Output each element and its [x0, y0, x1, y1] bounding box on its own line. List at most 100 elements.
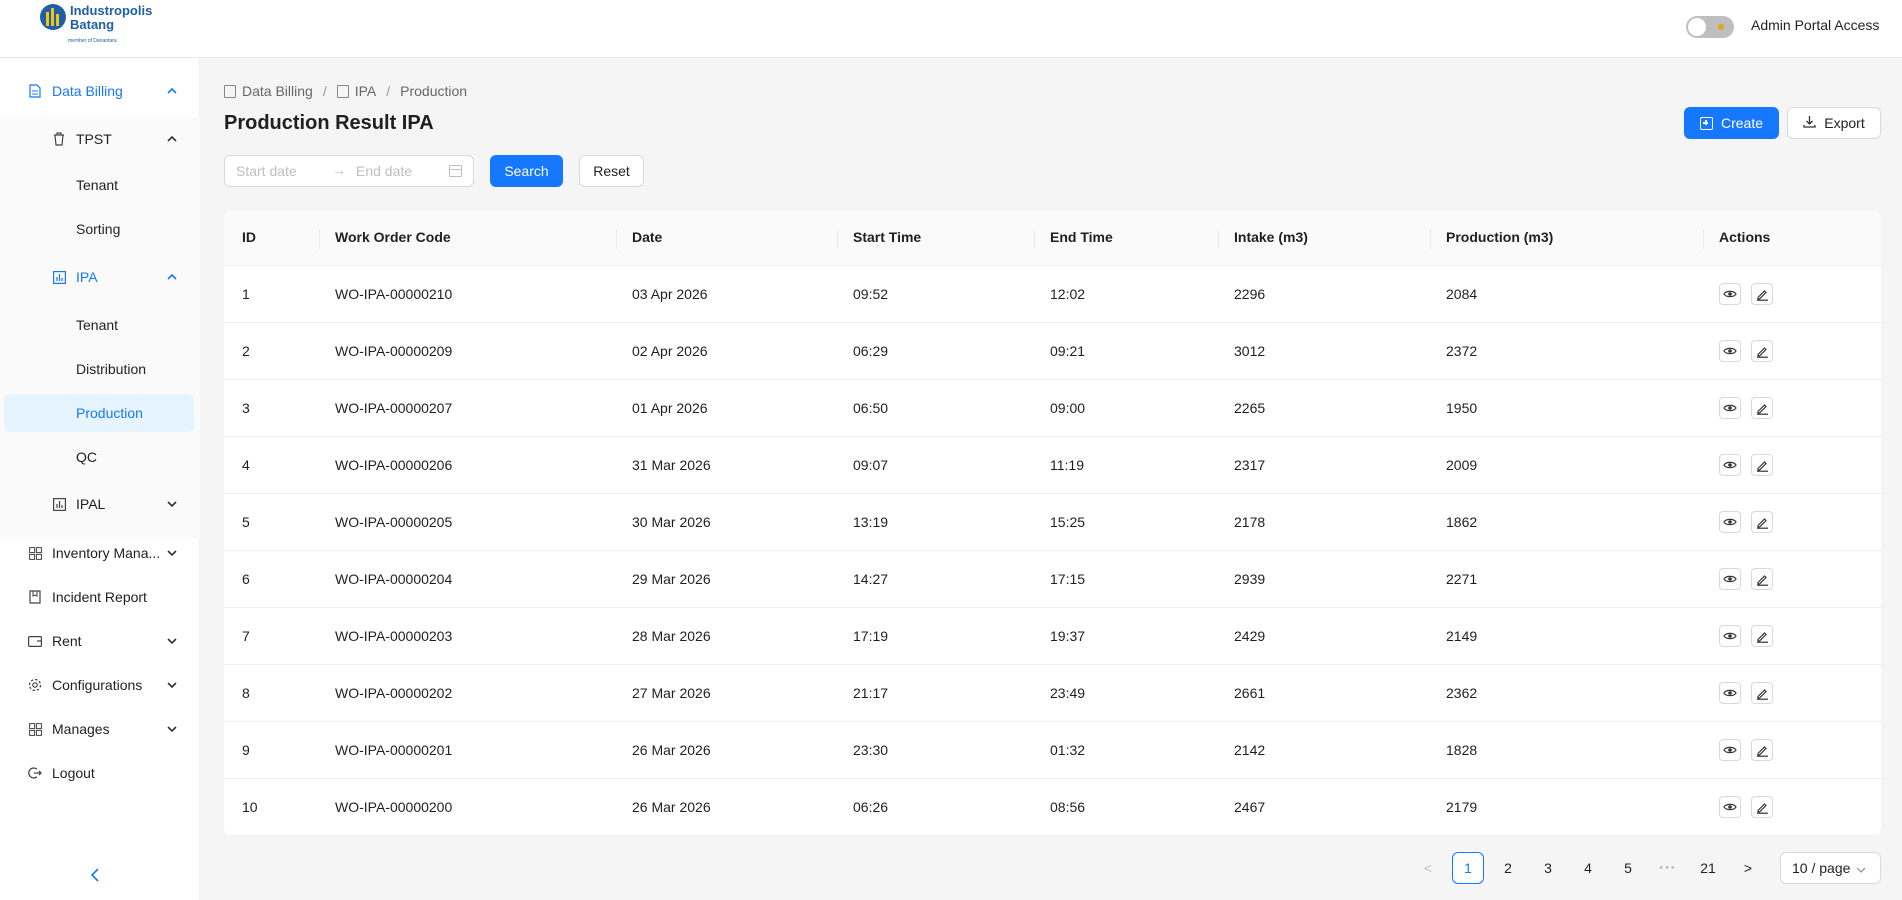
table-cell: 8	[242, 685, 250, 701]
table-cell: 3	[242, 400, 250, 416]
sidebar-item-ipa-distribution[interactable]: Distribution	[0, 347, 200, 391]
pagination-prev-button[interactable]: <	[1412, 852, 1444, 884]
edit-button[interactable]	[1751, 796, 1773, 818]
table-cell: 12:02	[1050, 286, 1086, 302]
page-title: Production Result IPA	[224, 112, 434, 134]
plus-square-icon	[1699, 116, 1713, 130]
end-date-input[interactable]: End date	[356, 163, 412, 179]
table-cell: 2	[242, 343, 250, 359]
sidebar-item-label: QC	[76, 449, 97, 465]
table-cell: 10	[242, 799, 258, 815]
pagination-page[interactable]: 4	[1572, 852, 1604, 884]
table-cell: 2372	[1446, 343, 1478, 359]
breadcrumb-item[interactable]: IPA	[355, 83, 377, 99]
create-button[interactable]: Create	[1684, 107, 1779, 139]
column-divider	[837, 229, 838, 249]
breadcrumb-current: Production	[400, 83, 468, 99]
sidebar-item-tpst-tenant[interactable]: Tenant	[0, 163, 200, 207]
edit-button[interactable]	[1751, 454, 1773, 476]
chart-icon	[52, 270, 66, 284]
edit-button[interactable]	[1751, 283, 1773, 305]
view-button[interactable]	[1719, 283, 1741, 305]
chevron-down-icon	[1856, 860, 1866, 876]
page-size-select[interactable]: 10 / page	[1780, 852, 1881, 884]
table-cell: WO-IPA-00000206	[335, 457, 453, 473]
table-cell: 01:32	[1050, 742, 1086, 758]
gear-icon	[28, 678, 42, 692]
column-header: Work Order Code	[335, 229, 451, 245]
column-header: Date	[632, 229, 663, 245]
table-cell: 6	[242, 571, 250, 587]
sidebar-item-tpst[interactable]: TPST	[0, 117, 200, 161]
export-button[interactable]: Export	[1787, 107, 1881, 139]
view-button[interactable]	[1719, 796, 1741, 818]
table-row: 8 WO-IPA-00000202 27 Mar 2026 21:17 23:49 266…	[224, 665, 1881, 722]
chart-icon	[52, 497, 66, 511]
edit-button[interactable]	[1751, 340, 1773, 362]
view-button[interactable]	[1719, 739, 1741, 761]
edit-button[interactable]	[1751, 682, 1773, 704]
eye-icon	[1723, 802, 1737, 812]
sidebar-item-ipa-qc[interactable]: QC	[0, 435, 200, 479]
view-button[interactable]	[1719, 454, 1741, 476]
table-cell: 26 Mar 2026	[632, 742, 711, 758]
sidebar-item-configurations[interactable]: Configurations	[0, 663, 200, 707]
reset-button[interactable]: Reset	[579, 155, 644, 187]
pagination-page[interactable]: 2	[1492, 852, 1524, 884]
edit-button[interactable]	[1751, 739, 1773, 761]
pagination-page[interactable]: 3	[1532, 852, 1564, 884]
table-cell: 21:17	[853, 685, 889, 701]
table-cell: 1950	[1446, 400, 1478, 416]
sidebar-item-data-billing[interactable]: Data Billing	[0, 69, 200, 113]
table-cell: 1828	[1446, 742, 1478, 758]
pagination-next-button[interactable]: >	[1732, 852, 1764, 884]
sidebar-item-rent[interactable]: Rent	[0, 619, 200, 663]
pagination-ellipsis[interactable]: •••	[1652, 852, 1684, 884]
edit-button[interactable]	[1751, 625, 1773, 647]
pagination-page[interactable]: 1	[1452, 852, 1484, 884]
sidebar-item-ipa-tenant[interactable]: Tenant	[0, 303, 200, 347]
date-range-picker[interactable]: Start date → End date	[224, 155, 474, 187]
eye-icon	[1723, 460, 1737, 470]
table-cell: WO-IPA-00000201	[335, 742, 453, 758]
pagination-page[interactable]: 21	[1692, 852, 1724, 884]
eye-icon	[1723, 346, 1737, 356]
start-date-input[interactable]: Start date	[236, 163, 297, 179]
edit-button[interactable]	[1751, 511, 1773, 533]
column-header: Production (m3)	[1446, 229, 1554, 245]
table-cell: 2362	[1446, 685, 1478, 701]
sidebar-item-logout[interactable]: Logout	[0, 751, 200, 795]
table-cell: 23:30	[853, 742, 889, 758]
table-cell: 09:07	[853, 457, 889, 473]
edit-button[interactable]	[1751, 568, 1773, 590]
admin-portal-toggle[interactable]	[1686, 16, 1734, 38]
sidebar-item-inventory[interactable]: Inventory Mana...	[0, 531, 200, 575]
breadcrumb-item[interactable]: Data Billing	[242, 83, 313, 99]
sidebar-item-ipal[interactable]: IPAL	[0, 482, 200, 526]
pagination-page[interactable]: 5	[1612, 852, 1644, 884]
trash-icon	[52, 132, 66, 146]
table-cell: 2467	[1234, 799, 1266, 815]
eye-icon	[1723, 631, 1737, 641]
sidebar-item-label: Sorting	[76, 221, 121, 237]
search-button[interactable]: Search	[490, 155, 563, 187]
table-cell: 06:29	[853, 343, 889, 359]
edit-button[interactable]	[1751, 397, 1773, 419]
logo[interactable]: Industropolis Batang member of Danantara	[38, 2, 168, 48]
sidebar-item-ipa[interactable]: IPA	[0, 255, 200, 299]
table-cell: 26 Mar 2026	[632, 799, 711, 815]
table-cell: 2009	[1446, 457, 1478, 473]
table-row: 9 WO-IPA-00000201 26 Mar 2026 23:30 01:32 214…	[224, 722, 1881, 779]
view-button[interactable]	[1719, 625, 1741, 647]
view-button[interactable]	[1719, 397, 1741, 419]
view-button[interactable]	[1719, 340, 1741, 362]
sidebar-item-incident-report[interactable]: Incident Report	[0, 575, 200, 619]
collapse-sidebar-button[interactable]	[90, 866, 100, 887]
view-button[interactable]	[1719, 511, 1741, 533]
sidebar-item-ipa-production[interactable]: Production	[0, 391, 200, 435]
view-button[interactable]	[1719, 568, 1741, 590]
sidebar-item-tpst-sorting[interactable]: Sorting	[0, 207, 200, 251]
view-button[interactable]	[1719, 682, 1741, 704]
sidebar-item-label: Logout	[52, 765, 95, 781]
sidebar-item-manages[interactable]: Manages	[0, 707, 200, 751]
